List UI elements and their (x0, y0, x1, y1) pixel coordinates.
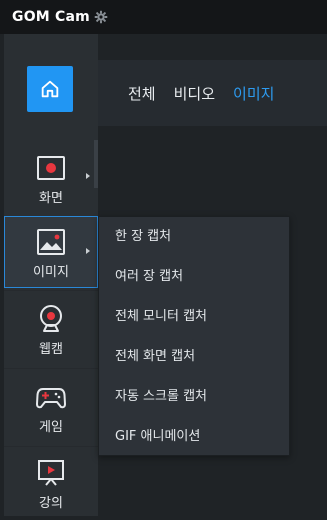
sidebar-item-image[interactable]: 이미지 (4, 216, 98, 288)
top-tab-bar: 전체 비디오 이미지 (98, 60, 327, 126)
title-bar: GOM Cam (0, 0, 327, 34)
sidebar-item-game[interactable]: 게임 (4, 372, 98, 444)
gear-icon[interactable] (94, 10, 108, 24)
sidebar-item-label: 웹캠 (39, 342, 63, 357)
image-capture-submenu: 한 장 캡처 여러 장 캡처 전체 모니터 캡처 전체 화면 캡처 자동 스크롤… (98, 216, 290, 456)
gamepad-icon (36, 388, 66, 409)
divider (4, 290, 98, 291)
screen-record-icon (37, 156, 65, 180)
tab-image[interactable]: 이미지 (233, 83, 274, 104)
menu-item-single-capture[interactable]: 한 장 캡처 (99, 217, 289, 257)
sidebar-item-label: 강의 (39, 496, 63, 511)
submenu-arrow-icon (86, 248, 90, 254)
menu-item-gif-animation[interactable]: GIF 애니메이션 (99, 417, 289, 457)
sidebar-item-label: 게임 (39, 420, 63, 435)
tab-video[interactable]: 비디오 (174, 83, 215, 104)
divider (4, 368, 98, 369)
sidebar-item-webcam[interactable]: 웹캠 (4, 294, 98, 366)
menu-item-full-screen-capture[interactable]: 전체 화면 캡처 (99, 337, 289, 377)
divider (4, 446, 98, 447)
sidebar-item-lecture[interactable]: 강의 (4, 448, 98, 520)
tab-all[interactable]: 전체 (128, 83, 156, 104)
lecture-icon (38, 460, 64, 486)
sidebar-item-label: 화면 (39, 191, 63, 206)
sidebar-item-label: 이미지 (33, 265, 69, 280)
submenu-arrow-icon (86, 173, 90, 179)
app-logo: GOM Cam (12, 9, 90, 25)
menu-item-auto-scroll-capture[interactable]: 자동 스크롤 캡처 (99, 377, 289, 417)
image-icon (37, 229, 65, 255)
menu-item-full-monitor-capture[interactable]: 전체 모니터 캡처 (99, 297, 289, 337)
menu-item-multi-capture[interactable]: 여러 장 캡처 (99, 257, 289, 297)
home-icon (41, 80, 59, 98)
home-button[interactable] (27, 66, 73, 112)
sidebar-item-screen[interactable]: 화면 (4, 143, 98, 215)
webcam-icon (40, 305, 62, 332)
